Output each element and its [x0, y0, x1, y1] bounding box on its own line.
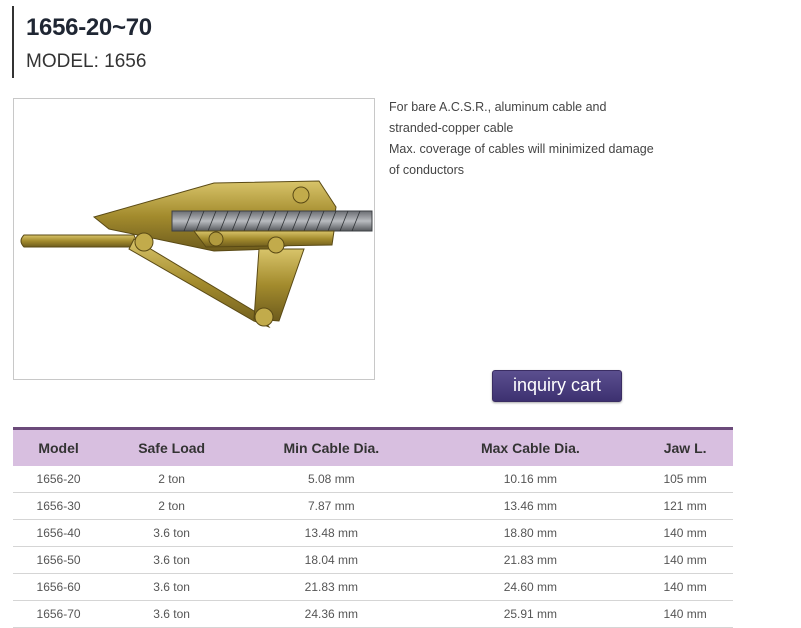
cell-max-dia: 25.91 mm — [423, 600, 638, 628]
cell-jaw-length: 140 mm — [637, 600, 733, 628]
cell-max-dia: 10.16 mm — [423, 466, 638, 493]
product-description: For bare A.C.S.R., aluminum cable and st… — [389, 97, 689, 181]
column-header-jaw-length: Jaw L. — [637, 427, 733, 466]
inquiry-cart-button[interactable]: inquiry cart — [492, 370, 622, 402]
description-line: Max. coverage of cables will minimized d… — [389, 142, 654, 156]
table-row: 1656-50 3.6 ton 18.04 mm 21.83 mm 140 mm — [13, 546, 733, 574]
column-header-model: Model — [13, 427, 105, 466]
description-line: stranded-copper cable — [389, 121, 514, 135]
model-label: MODEL — [26, 51, 94, 72]
cell-jaw-length: 140 mm — [637, 546, 733, 574]
cell-jaw-length: 105 mm — [637, 466, 733, 493]
table-row: 1656-40 3.6 ton 13.48 mm 18.80 mm 140 mm — [13, 519, 733, 547]
cable-grip-illustration — [20, 180, 373, 329]
column-header-min-cable-dia: Min Cable Dia. — [239, 427, 424, 466]
cell-safe-load: 3.6 ton — [104, 573, 240, 601]
cell-max-dia: 13.46 mm — [423, 492, 638, 520]
cell-jaw-length: 121 mm — [637, 492, 733, 520]
cell-model: 1656-50 — [13, 546, 105, 574]
table-row: 1656-20 2 ton 5.08 mm 10.16 mm 105 mm — [13, 466, 733, 493]
spec-table: Model Safe Load Min Cable Dia. Max Cable… — [13, 427, 733, 628]
cell-min-dia: 24.36 mm — [239, 600, 424, 628]
cell-max-dia: 18.80 mm — [423, 519, 638, 547]
cell-max-dia: 21.83 mm — [423, 546, 638, 574]
cell-min-dia: 18.04 mm — [239, 546, 424, 574]
table-row: 1656-60 3.6 ton 21.83 mm 24.60 mm 140 mm — [13, 573, 733, 601]
cell-model: 1656-70 — [13, 600, 105, 628]
cell-safe-load: 3.6 ton — [104, 519, 240, 547]
cell-model: 1656-20 — [13, 466, 105, 493]
product-image — [13, 98, 375, 380]
cell-safe-load: 2 ton — [104, 492, 240, 520]
cell-min-dia: 13.48 mm — [239, 519, 424, 547]
cell-min-dia: 21.83 mm — [239, 573, 424, 601]
cell-safe-load: 3.6 ton — [104, 546, 240, 574]
cell-min-dia: 5.08 mm — [239, 466, 424, 493]
column-header-safe-load: Safe Load — [104, 427, 240, 466]
cell-safe-load: 3.6 ton — [104, 600, 240, 628]
description-line: For bare A.C.S.R., aluminum cable and — [389, 100, 607, 114]
table-row: 1656-70 3.6 ton 24.36 mm 25.91 mm 140 mm — [13, 600, 733, 628]
cell-max-dia: 24.60 mm — [423, 573, 638, 601]
cell-jaw-length: 140 mm — [637, 519, 733, 547]
title-block: 1656-20~70 MODEL: 1656 — [12, 6, 314, 78]
table-row: 1656-30 2 ton 7.87 mm 13.46 mm 121 mm — [13, 492, 733, 520]
cell-jaw-length: 140 mm — [637, 573, 733, 601]
cell-model: 1656-40 — [13, 519, 105, 547]
model-line: MODEL: 1656 — [26, 51, 147, 72]
cell-safe-load: 2 ton — [104, 466, 240, 493]
table-header-row: Model Safe Load Min Cable Dia. Max Cable… — [13, 427, 733, 466]
model-value: 1656 — [104, 51, 147, 72]
cell-model: 1656-30 — [13, 492, 105, 520]
page-title: 1656-20~70 — [26, 14, 152, 41]
cell-model: 1656-60 — [13, 573, 105, 601]
description-line: of conductors — [389, 163, 465, 177]
cell-min-dia: 7.87 mm — [239, 492, 424, 520]
column-header-max-cable-dia: Max Cable Dia. — [423, 427, 638, 466]
